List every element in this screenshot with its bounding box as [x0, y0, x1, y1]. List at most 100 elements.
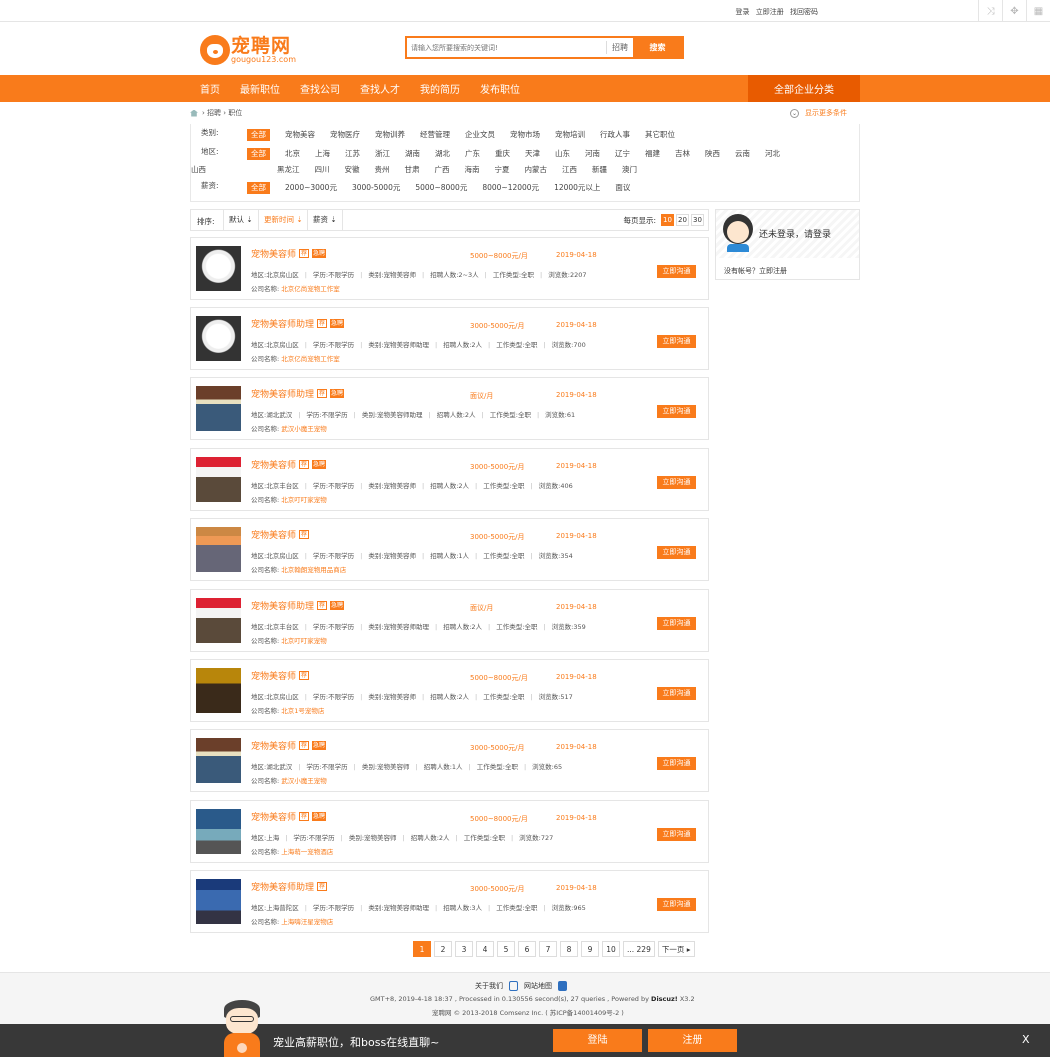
filter-option[interactable]: 云南: [735, 146, 750, 162]
filter-option[interactable]: 全部: [247, 182, 270, 194]
find-password-link[interactable]: 找回密码: [790, 8, 818, 16]
job-card[interactable]: 宠物美容师荐 5000~8000元/月 2019-04-18 地区:北京房山区 | 学历:…: [190, 659, 709, 722]
contact-now-button[interactable]: 立即沟通: [657, 828, 696, 841]
job-thumbnail[interactable]: [196, 527, 241, 572]
job-card[interactable]: 宠物美容师荐 3000-5000元/月 2019-04-18 地区:北京房山区 | 学历:…: [190, 518, 709, 581]
job-title[interactable]: 宠物美容师助理荐: [251, 880, 328, 893]
page-button[interactable]: 10: [602, 941, 620, 957]
job-thumbnail[interactable]: [196, 668, 241, 713]
search-type-select[interactable]: 招聘: [606, 41, 633, 54]
job-thumbnail[interactable]: [196, 386, 241, 431]
job-card[interactable]: 宠物美容师助理荐急聘 面议/月 2019-04-18 地区:湖北武汉 | 学历:不限学历 |…: [190, 377, 709, 440]
nav-post-job[interactable]: 发布职位: [470, 81, 530, 96]
contact-now-button[interactable]: 立即沟通: [657, 898, 696, 911]
filter-option[interactable]: 湖北: [435, 146, 450, 162]
filter-option[interactable]: 北京: [285, 146, 300, 162]
breadcrumb-item[interactable]: 职位: [228, 109, 242, 117]
filter-option[interactable]: 河南: [585, 146, 600, 162]
job-thumbnail[interactable]: [196, 457, 241, 502]
filter-option[interactable]: 陕西: [705, 146, 720, 162]
job-title[interactable]: 宠物美容师荐急聘: [251, 247, 327, 260]
filter-option[interactable]: 宠物医疗: [330, 127, 360, 143]
filter-option[interactable]: 宠物培训: [555, 127, 585, 143]
job-thumbnail[interactable]: [196, 879, 241, 924]
filter-option[interactable]: 宠物市场: [510, 127, 540, 143]
filter-option[interactable]: 辽宁: [615, 146, 630, 162]
contact-now-button[interactable]: 立即沟通: [657, 265, 696, 278]
company-link[interactable]: 北京叮叮家宠物: [281, 637, 327, 645]
page-button[interactable]: 9: [581, 941, 599, 957]
filter-option[interactable]: 12000元以上: [554, 180, 600, 196]
company-link[interactable]: 武汉小魔王宠物: [281, 777, 327, 785]
filter-option[interactable]: 企业文员: [465, 127, 495, 143]
page-button[interactable]: ... 229: [623, 941, 655, 957]
job-card[interactable]: 宠物美容师荐急聘 5000~8000元/月 2019-04-18 地区:北京房山区 | 学…: [190, 237, 709, 300]
next-page-button[interactable]: 下一页 ▸: [657, 941, 695, 957]
contact-now-button[interactable]: 立即沟通: [657, 687, 696, 700]
filter-option[interactable]: 浙江: [375, 146, 390, 162]
sort-update-time[interactable]: 更新时间 ⇣: [258, 210, 308, 230]
job-title[interactable]: 宠物美容师荐: [251, 669, 310, 682]
job-title[interactable]: 宠物美容师荐: [251, 528, 310, 541]
sort-default[interactable]: 默认 ⇣: [223, 210, 258, 230]
filter-option[interactable]: 2000~3000元: [285, 180, 337, 196]
filter-option[interactable]: 海南: [465, 162, 480, 178]
float-login-button[interactable]: 登陆: [553, 1029, 642, 1052]
site-logo[interactable]: 宠聘网 gougou123.com: [200, 34, 300, 66]
contact-now-button[interactable]: 立即沟通: [657, 476, 696, 489]
job-thumbnail[interactable]: [196, 738, 241, 783]
filter-option[interactable]: 经营管理: [420, 127, 450, 143]
about-link[interactable]: 关于我们: [475, 981, 503, 991]
company-link[interactable]: 上海嗨汪星宠物店: [281, 918, 333, 926]
job-title[interactable]: 宠物美容师助理荐急聘: [251, 387, 345, 400]
filter-option[interactable]: 重庆: [495, 146, 510, 162]
contact-now-button[interactable]: 立即沟通: [657, 405, 696, 418]
filter-option[interactable]: 8000~12000元: [482, 180, 539, 196]
filter-option[interactable]: 河北: [765, 146, 780, 162]
float-register-button[interactable]: 注册: [648, 1029, 737, 1052]
filter-option[interactable]: 广东: [465, 146, 480, 162]
page-button[interactable]: 2: [434, 941, 452, 957]
filter-option[interactable]: 湖南: [405, 146, 420, 162]
search-button[interactable]: 搜索: [633, 38, 682, 57]
filter-option[interactable]: 黑龙江: [277, 162, 300, 178]
page-button[interactable]: 5: [497, 941, 515, 957]
per-page-option[interactable]: 20: [676, 214, 689, 226]
per-page-option[interactable]: 30: [691, 214, 704, 226]
sort-salary[interactable]: 薪资 ⇣: [307, 210, 343, 230]
company-link[interactable]: 武汉小魔王宠物: [281, 425, 327, 433]
job-title[interactable]: 宠物美容师荐急聘: [251, 739, 327, 752]
company-link[interactable]: 北京翰朗宠物用品商店: [281, 566, 346, 574]
sitemap-link[interactable]: 网站地图: [524, 981, 552, 991]
nav-latest-jobs[interactable]: 最新职位: [230, 81, 290, 96]
company-link[interactable]: 北京亿尚宠物工作室: [281, 355, 340, 363]
job-title[interactable]: 宠物美容师助理荐急聘: [251, 599, 345, 612]
job-thumbnail[interactable]: [196, 598, 241, 643]
company-link[interactable]: 北京叮叮家宠物: [281, 496, 327, 504]
filter-option[interactable]: 面议: [615, 180, 630, 196]
filter-option[interactable]: 吉林: [675, 146, 690, 162]
page-button[interactable]: 6: [518, 941, 536, 957]
job-thumbnail[interactable]: [196, 316, 241, 361]
filter-option[interactable]: 全部: [247, 148, 270, 160]
job-title[interactable]: 宠物美容师助理荐急聘: [251, 317, 345, 330]
nav-all-categories[interactable]: 全部企业分类: [748, 75, 860, 102]
job-card[interactable]: 宠物美容师荐急聘 3000-5000元/月 2019-04-18 地区:北京丰台区 | 学…: [190, 448, 709, 511]
filter-option[interactable]: 澳门: [622, 162, 637, 178]
job-title[interactable]: 宠物美容师荐急聘: [251, 810, 327, 823]
filter-option[interactable]: 全部: [247, 129, 270, 141]
page-button[interactable]: 3: [455, 941, 473, 957]
job-card[interactable]: 宠物美容师助理荐急聘 3000-5000元/月 2019-04-18 地区:北京房山区…: [190, 307, 709, 370]
filter-option[interactable]: 广西: [435, 162, 450, 178]
contact-now-button[interactable]: 立即沟通: [657, 757, 696, 770]
register-prompt[interactable]: 没有帐号？立即注册: [724, 266, 787, 276]
search-input[interactable]: [407, 38, 606, 57]
filter-option[interactable]: 上海: [315, 146, 330, 162]
company-link[interactable]: 北京1号宠物店: [281, 707, 324, 715]
home-icon[interactable]: [190, 109, 198, 117]
contact-now-button[interactable]: 立即沟通: [657, 335, 696, 348]
page-button[interactable]: 1: [413, 941, 431, 957]
company-link[interactable]: 上海萌一宠物酒店: [281, 848, 333, 856]
shuffle-icon[interactable]: ⤨: [978, 0, 1002, 22]
page-button[interactable]: 7: [539, 941, 557, 957]
